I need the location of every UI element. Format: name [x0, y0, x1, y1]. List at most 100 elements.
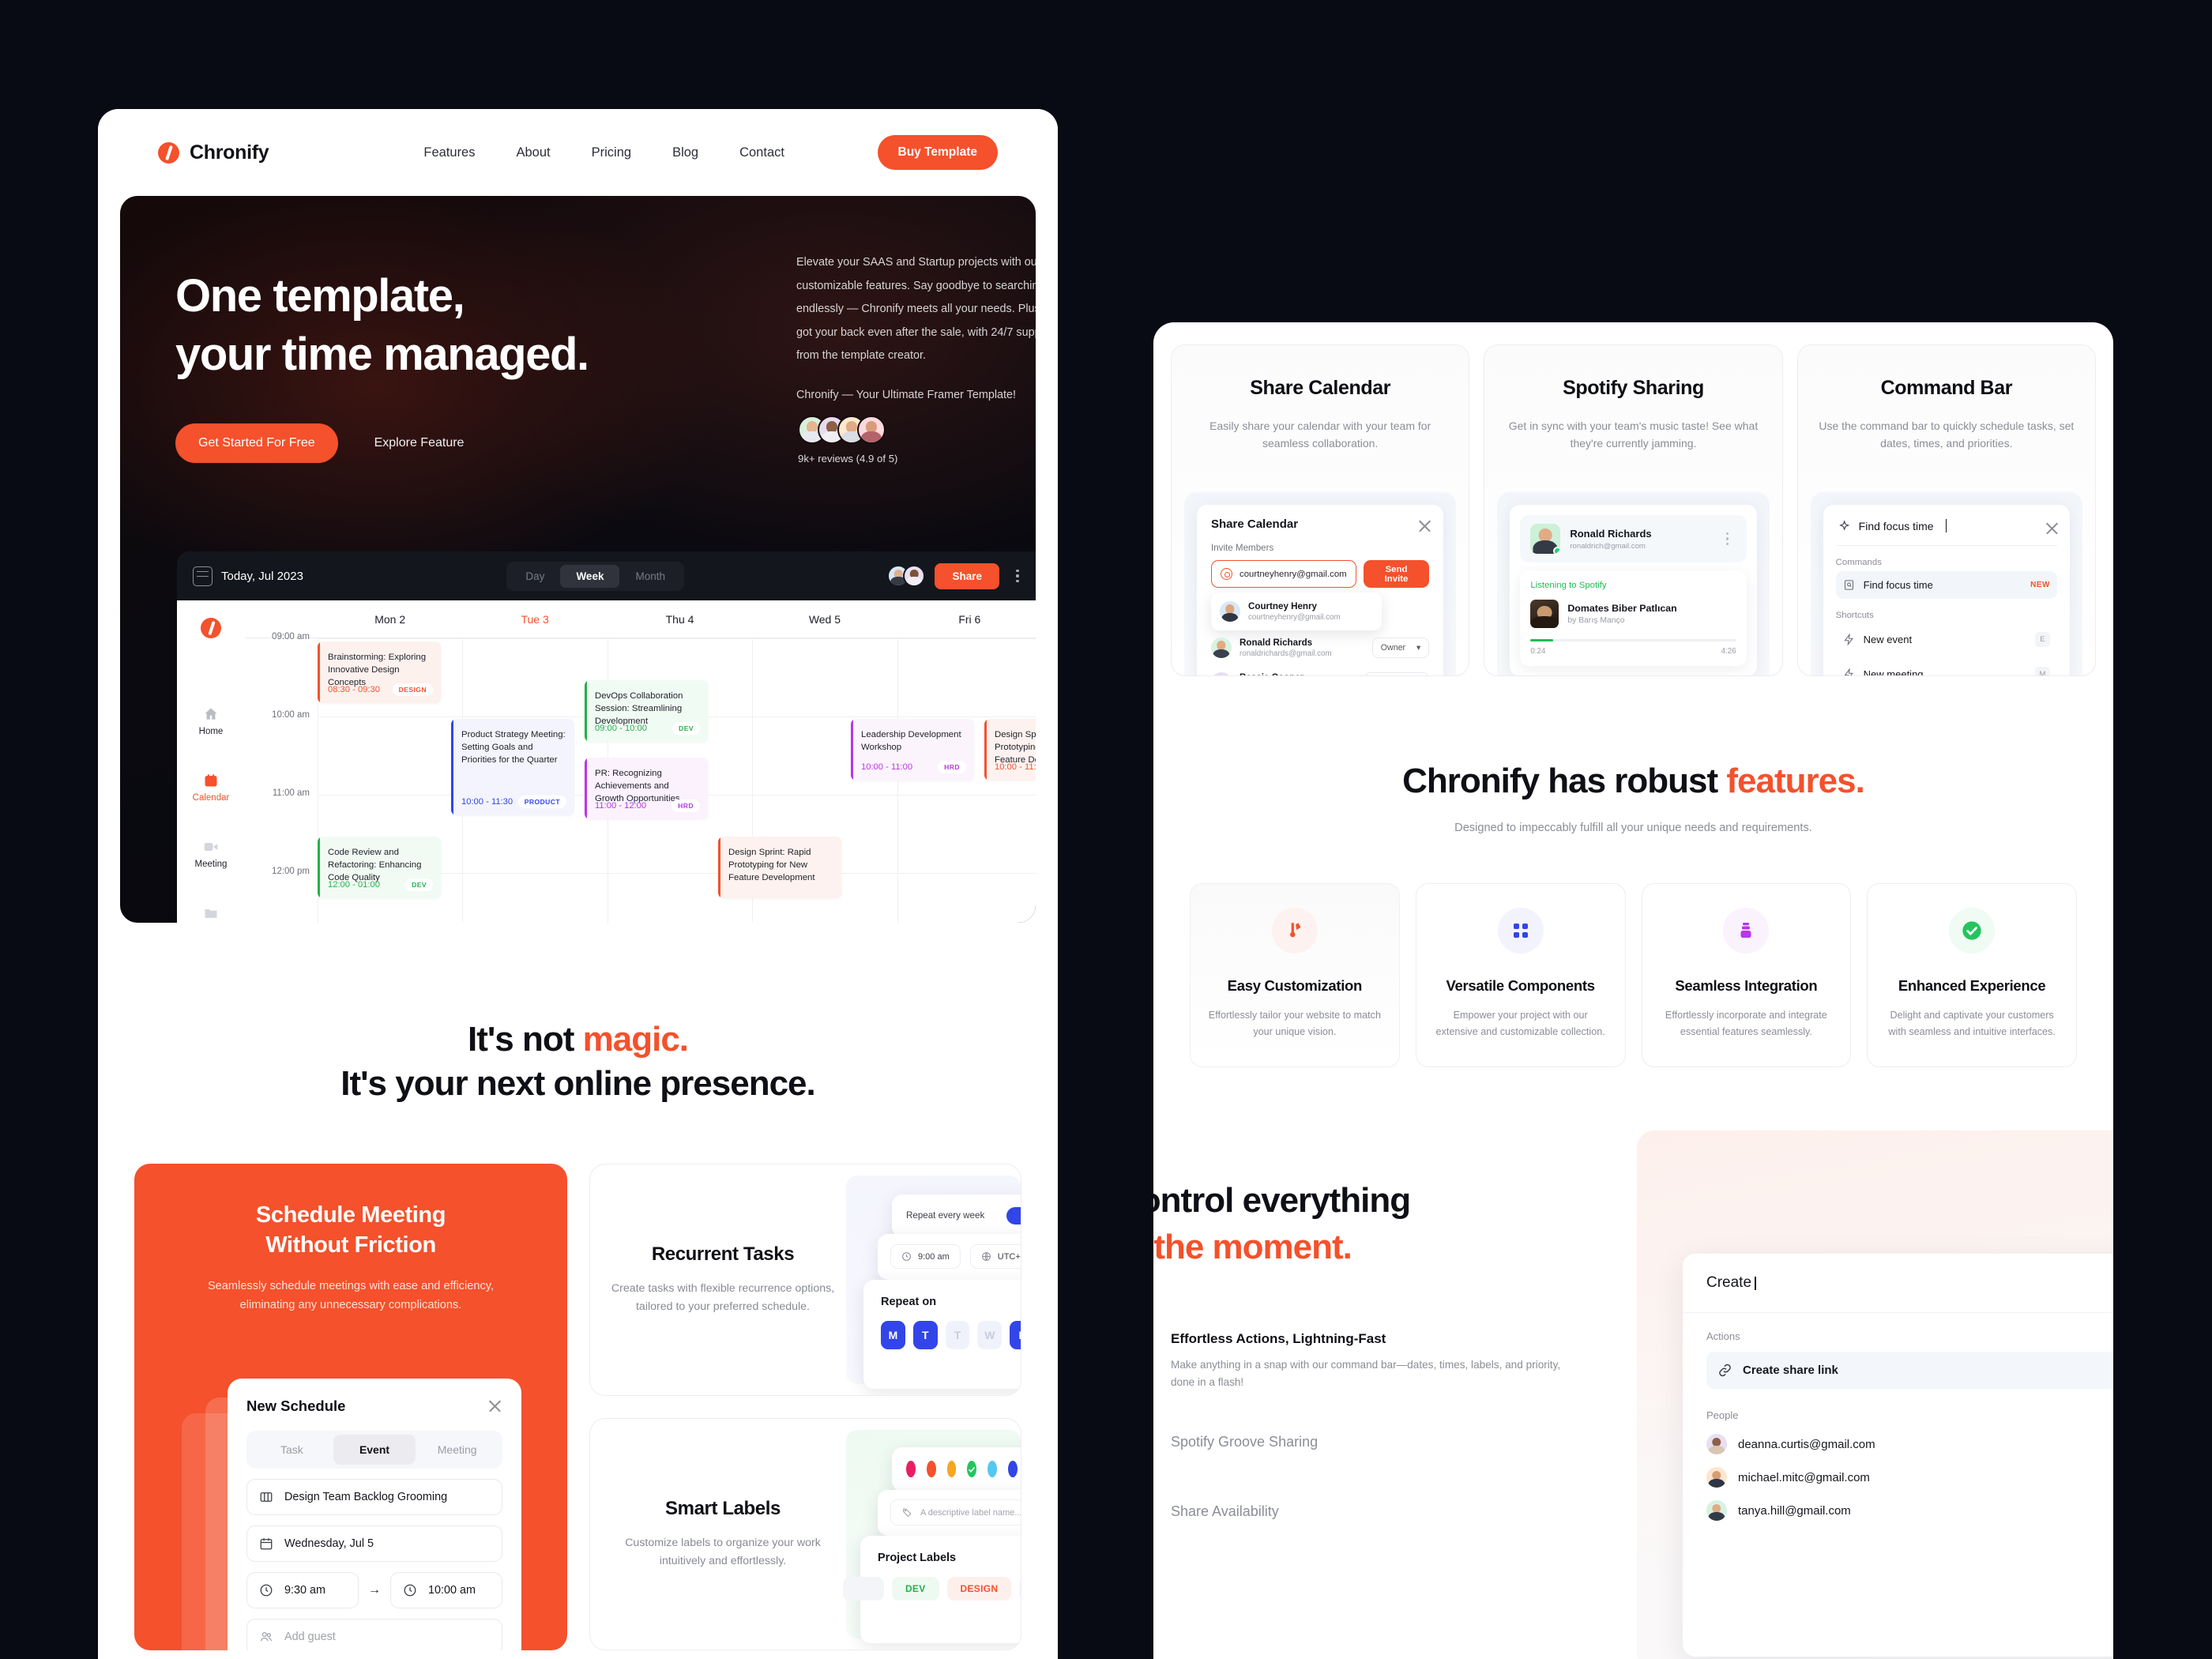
- event-name-field[interactable]: Design Team Backlog Grooming: [246, 1478, 502, 1515]
- playback-progress-bar[interactable]: [1530, 639, 1736, 642]
- sidebar-item-home[interactable]: Home: [177, 706, 245, 736]
- swatch-green-selected[interactable]: [967, 1461, 977, 1478]
- close-icon[interactable]: [487, 1398, 502, 1413]
- person-row[interactable]: tanya.hill@gmail.com: [1706, 1500, 2113, 1522]
- brush-icon: [1271, 908, 1318, 954]
- calendar-event[interactable]: Product Strategy Meeting: Setting Goals …: [451, 719, 574, 815]
- calendar-event[interactable]: PR: Recognizing Achievements and Growth …: [585, 758, 708, 819]
- more-options-icon[interactable]: [1009, 567, 1026, 585]
- tab-task[interactable]: Task: [250, 1435, 333, 1465]
- calendar-date-label: Today, Jul 2023: [221, 569, 303, 583]
- send-invite-button[interactable]: Send Invite: [1363, 560, 1430, 588]
- shortcut-new-event[interactable]: New event E: [1836, 624, 2057, 655]
- add-guest-field[interactable]: Add guest: [246, 1618, 502, 1650]
- label-name-input[interactable]: A descriptive label name...: [890, 1499, 1021, 1526]
- control-item-effortless-actions[interactable]: Effortless Actions, Lightning-Fast Make …: [1153, 1331, 1637, 1391]
- control-item-share-availability[interactable]: Share Availability: [1153, 1492, 1637, 1530]
- hero-section: One template, your time managed. Elevate…: [120, 196, 1036, 923]
- nav-link-about[interactable]: About: [517, 145, 551, 160]
- invite-email-input[interactable]: courtneyhenry@gmail.com: [1211, 560, 1356, 588]
- control-right: Create Actions Create share link Select …: [1637, 1130, 2113, 1659]
- swatch-amber[interactable]: [946, 1461, 957, 1478]
- hero-headline-line2: your time managed.: [175, 329, 589, 381]
- person-row[interactable]: michael.mitc@gmail.com: [1706, 1467, 2113, 1488]
- schedule-card-subtitle: Seamlessly schedule meetings with ease a…: [207, 1280, 495, 1311]
- smart-labels-body: Customize labels to organize your work i…: [625, 1536, 821, 1567]
- view-day[interactable]: Day: [510, 565, 560, 588]
- recurrent-time-field[interactable]: 9:00 am: [890, 1244, 961, 1270]
- recurrent-timezone-field[interactable]: UTC+03:00: [969, 1244, 1021, 1270]
- command-input-row[interactable]: Find focus time: [1835, 516, 2057, 546]
- explore-feature-link[interactable]: Explore Feature: [374, 436, 465, 450]
- calendar-event[interactable]: Brainstorming: Exploring Innovative Desi…: [318, 641, 441, 703]
- swatch-pink[interactable]: [906, 1461, 916, 1478]
- member-role-value: Owner: [1380, 643, 1405, 653]
- share-button[interactable]: Share: [935, 562, 999, 589]
- sidebar-item-meeting[interactable]: Meeting: [177, 839, 245, 869]
- spotify-title: Spotify Sharing: [1563, 377, 1704, 399]
- get-started-button[interactable]: Get Started For Free: [175, 423, 338, 463]
- calendar-sidebar: Home Calendar Meeting: [177, 600, 245, 923]
- swatch-sky[interactable]: [988, 1461, 998, 1478]
- event-start-time-field[interactable]: 9:30 am: [246, 1571, 359, 1608]
- chronify-logo-icon: [201, 618, 221, 638]
- invite-suggestion[interactable]: Courtney Henry courtneyhenry@gmail.com: [1211, 592, 1382, 630]
- sidebar-item-calendar[interactable]: Calendar: [177, 773, 245, 803]
- video-icon: [203, 839, 219, 855]
- spotify-body: Get in sync with your team's music taste…: [1508, 419, 1759, 450]
- close-icon[interactable]: [2045, 521, 2056, 532]
- weekday-selector: M T T W F S: [881, 1320, 1021, 1349]
- recurrent-text: Recurrent Tasks Create tasks with flexib…: [590, 1243, 841, 1316]
- more-options-icon[interactable]: [1719, 530, 1736, 547]
- member-role-select[interactable]: Owner ▾: [1371, 638, 1430, 658]
- sidebar-item-extra[interactable]: [177, 905, 245, 921]
- hero-paragraph-2: Chronify — Your Ultimate Framer Template…: [796, 388, 1017, 401]
- weekday-t2[interactable]: T: [945, 1320, 970, 1349]
- tab-meeting[interactable]: Meeting: [416, 1435, 498, 1465]
- calendar-event[interactable]: DevOps Collaboration Session: Streamlini…: [585, 680, 708, 742]
- weekday-w[interactable]: W: [977, 1320, 1003, 1349]
- buy-template-button[interactable]: Buy Template: [877, 135, 998, 170]
- feature-card-versatile-components: Versatile Components Empower your projec…: [1415, 883, 1626, 1068]
- nav-link-pricing[interactable]: Pricing: [592, 145, 631, 160]
- member-role-select[interactable]: Can Edit ▾: [1364, 672, 1430, 675]
- control-item-spotify-groove[interactable]: Spotify Groove Sharing: [1153, 1423, 1637, 1461]
- swatch-blue[interactable]: [1008, 1461, 1018, 1478]
- calendar-day-header: Mon 2 Tue 3 Thu 4 Wed 5 Fri 6: [245, 600, 1036, 638]
- label-chip-dev[interactable]: DEV: [891, 1576, 939, 1601]
- view-month[interactable]: Month: [619, 565, 681, 588]
- dialog-header: New Schedule: [246, 1398, 502, 1415]
- event-time: 10:00 - 11:30: [461, 797, 514, 807]
- repeat-toggle[interactable]: [1006, 1206, 1021, 1224]
- label-chip-design[interactable]: DESIGN: [946, 1576, 1012, 1601]
- nav-link-blog[interactable]: Blog: [672, 145, 698, 160]
- calendar-event[interactable]: Leadership Development Workshop 10:00 - …: [851, 719, 974, 781]
- event-end-time-field[interactable]: 10:00 am: [390, 1571, 502, 1608]
- view-week[interactable]: Week: [560, 564, 620, 588]
- close-icon[interactable]: [1417, 518, 1429, 530]
- album-art: [1530, 600, 1559, 628]
- weekday-m[interactable]: M: [881, 1320, 905, 1349]
- calendar-event[interactable]: Code Review and Refactoring: Enhancing C…: [318, 837, 441, 898]
- weekday-f[interactable]: F: [1010, 1320, 1021, 1349]
- weekday-t1[interactable]: T: [912, 1320, 938, 1349]
- feature-card-body: Effortlessly incorporate and integrate e…: [1665, 1010, 1827, 1037]
- nav-link-contact[interactable]: Contact: [739, 145, 784, 160]
- calendar-date-group[interactable]: Today, Jul 2023: [193, 566, 303, 586]
- command-item-find-focus-time[interactable]: Find focus time NEW: [1835, 571, 2057, 599]
- create-panel-header: Create: [1683, 1254, 2113, 1314]
- person-row[interactable]: deanna.curtis@gmail.com: [1706, 1434, 2113, 1455]
- schedule-card-column: Schedule Meeting Without Friction Seamle…: [134, 1163, 567, 1650]
- sidebar-item-label: Calendar: [192, 793, 230, 803]
- tab-event[interactable]: Event: [333, 1434, 416, 1465]
- action-create-share-link[interactable]: Create share link Select ⏎: [1706, 1352, 2113, 1390]
- calendar-event[interactable]: Design Sprint: Rapid Prototyping for New…: [718, 837, 841, 898]
- calendar-icon: [259, 1537, 273, 1551]
- shortcut-new-meeting[interactable]: New meeting M: [1836, 659, 2057, 675]
- event-date-field[interactable]: Wednesday, Jul 5: [246, 1525, 502, 1562]
- label-chip-hr[interactable]: HR: [1019, 1576, 1021, 1601]
- swatch-orange[interactable]: [926, 1461, 936, 1478]
- calendar-event[interactable]: Design Sprint: Rapid Prototyping for New…: [984, 719, 1036, 781]
- nav-link-features[interactable]: Features: [423, 145, 475, 160]
- brand-logo[interactable]: Chronify: [158, 141, 269, 164]
